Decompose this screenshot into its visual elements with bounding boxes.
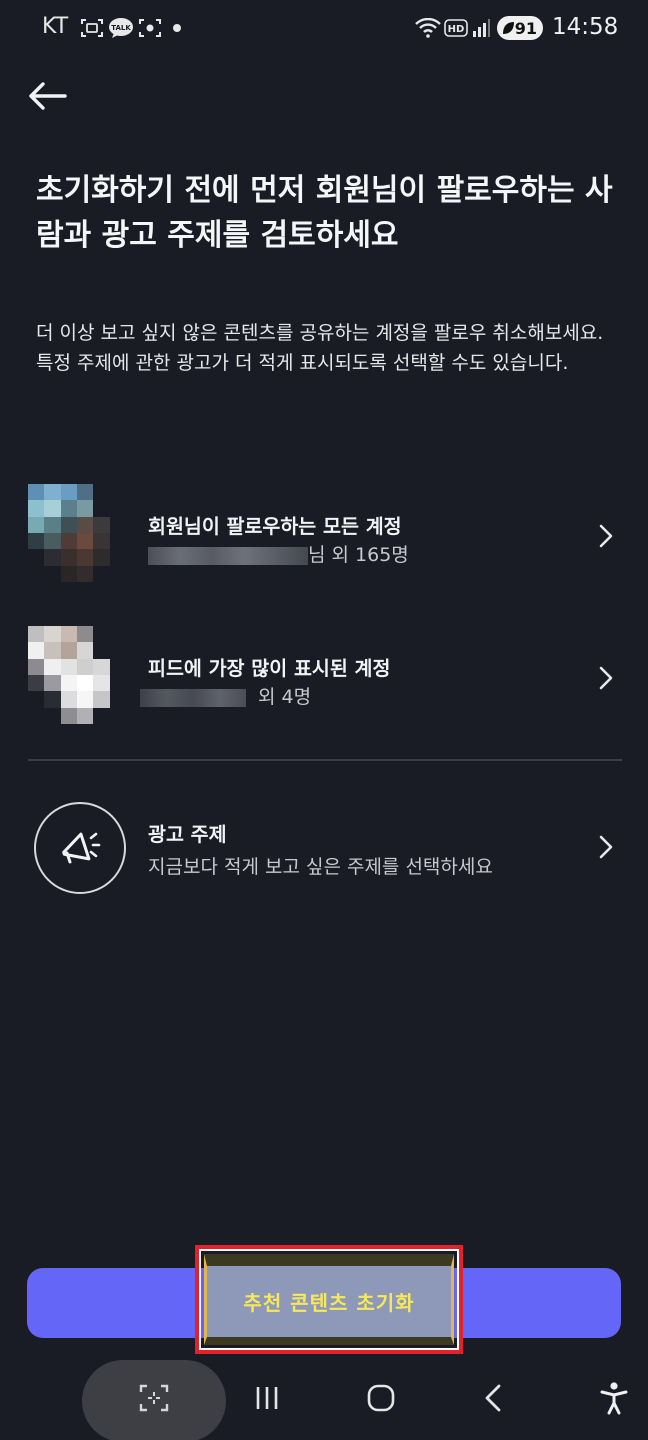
- list-item-title: 피드에 가장 많이 표시된 계정: [148, 657, 391, 680]
- svg-text:HD: HD: [448, 24, 465, 35]
- list-item-subtitle: 외 4명: [140, 682, 312, 709]
- chevron-right-icon: [599, 835, 613, 859]
- screen: { "status_bar": { "carrier": "KT", "time…: [0, 0, 648, 1440]
- wifi-icon: [414, 17, 442, 39]
- reset-button-center: 추천 콘텐츠 초기화: [204, 1254, 454, 1345]
- recent-apps-icon[interactable]: [250, 1378, 284, 1418]
- list-item-most-seen-accounts[interactable]: 피드에 가장 많이 표시된 계정 외 4명: [0, 608, 648, 748]
- capture-icon[interactable]: [136, 1378, 172, 1418]
- svg-text:TALK: TALK: [111, 24, 131, 32]
- signal-icon: [470, 17, 492, 39]
- avatar-mosaic: [28, 626, 126, 724]
- list-item-followed-accounts[interactable]: 회원님이 팔로우하는 모든 계정 님 외 165명: [0, 466, 648, 606]
- reset-button-highlight[interactable]: 추천 콘텐츠 초기화: [195, 1245, 463, 1354]
- dot-icon: [172, 17, 182, 39]
- redacted-names: [140, 688, 246, 707]
- carrier-label: KT: [42, 14, 69, 39]
- list-item-subtitle: 님 외 165명: [148, 540, 409, 567]
- arrow-left-icon: [29, 82, 67, 110]
- back-button[interactable]: [24, 74, 70, 118]
- list-item-subtitle-count: 외 4명: [258, 686, 312, 708]
- kakaotalk-icon: TALK: [108, 17, 134, 39]
- page-title: 초기화하기 전에 먼저 회원님이 팔로우하는 사람과 광고 주제를 검토하세요: [36, 173, 613, 253]
- list-item-subtitle-count: 님 외 165명: [308, 544, 409, 566]
- hd-icon: HD: [444, 17, 468, 39]
- battery-level: 91: [514, 18, 537, 38]
- list-item-title: 광고 주제: [148, 823, 227, 846]
- chevron-right-icon: [599, 666, 613, 690]
- redacted-names: [148, 546, 308, 565]
- back-icon[interactable]: [478, 1378, 508, 1418]
- page-description: 더 이상 보고 싶지 않은 콘텐츠를 공유하는 계정을 팔로우 취소해보세요. …: [36, 322, 604, 374]
- chevron-right-icon: [599, 524, 613, 548]
- clock: 14:58: [552, 14, 619, 40]
- list-item-title: 회원님이 팔로우하는 모든 계정: [148, 515, 402, 538]
- battery-icon: 91: [497, 16, 543, 40]
- ad-topics-icon-container: [34, 802, 126, 894]
- home-icon[interactable]: [362, 1378, 400, 1418]
- screen-capture-icon: [138, 17, 162, 39]
- avatar-mosaic: [28, 484, 126, 582]
- system-navigation-bar: [0, 1356, 648, 1440]
- list-item-subtitle: 지금보다 적게 보고 싶은 주제를 선택하세요: [148, 856, 493, 878]
- reset-button-label: 추천 콘텐츠 초기화: [243, 1291, 415, 1315]
- megaphone-icon: [62, 832, 101, 864]
- screenshot-icon: [80, 17, 104, 39]
- status-bar: KT TALK HD 91 14:58: [0, 0, 648, 56]
- divider: [28, 759, 622, 761]
- accessibility-icon[interactable]: [596, 1378, 632, 1418]
